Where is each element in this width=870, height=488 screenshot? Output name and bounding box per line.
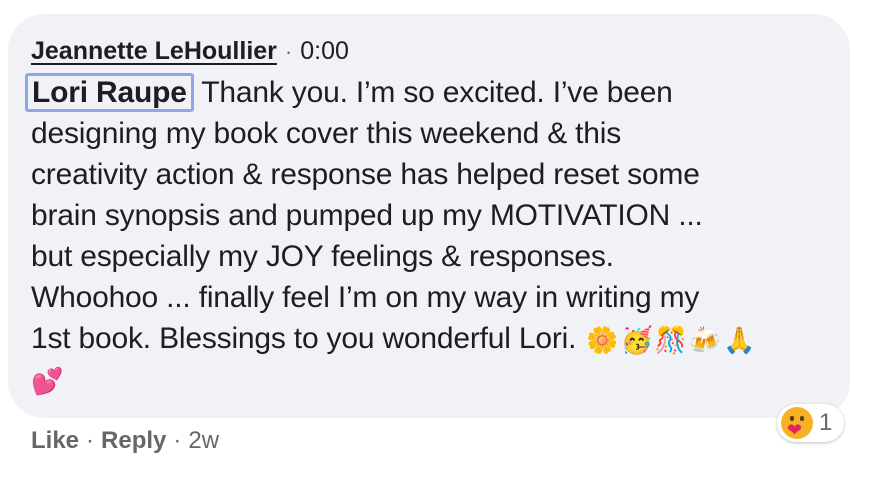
two-hearts-icon: 💕 [31,366,64,397]
action-separator: · [173,427,182,454]
party-face-icon: 🥳 [620,325,653,356]
comment-line: designing my book cover this weekend & t… [31,117,622,150]
comment-text: Lori Raupe Thank you. I’m so excited. I’… [25,72,831,400]
mention-link[interactable]: Lori Raupe [25,73,194,112]
comment-line-text: 1st book. Blessings to you wonderful Lor… [31,322,577,355]
comment-line-text: Thank you. I’m so excited. I’ve been [193,76,673,109]
comment-header: Jeannette LeHoullier · 0:00 [31,36,349,67]
comment-line: but especially my JOY feelings & respons… [31,240,614,273]
pray-icon: 🙏 [723,325,756,356]
comment-actions: Like · Reply · 2w [31,426,219,456]
comment-line: creativity action & response has helped … [31,158,700,191]
reaction-summary[interactable]: ❤ 1 [777,404,845,442]
action-separator: · [86,427,95,454]
comment-line: brain synopsis and pumped up my MOTIVATI… [31,199,703,232]
reply-button[interactable]: Reply [101,427,166,454]
comment-line: Whoohoo ... finally feel I’m on my way i… [31,281,700,314]
timestamp[interactable]: 0:00 [300,37,349,65]
header-separator: · [284,39,293,64]
reaction-count: 1 [819,409,833,436]
care-reaction-icon: ❤ [781,407,813,439]
comment-age-link[interactable]: 2w [188,427,219,454]
like-button[interactable]: Like [31,427,79,454]
heart-icon: ❤ [787,420,803,440]
comment-line: 1st book. Blessings to you wonderful Lor… [31,318,831,359]
comment-line: 💕 [31,359,831,400]
clinking-mugs-icon: 🍻 [688,325,721,356]
author-name-link[interactable]: Jeannette LeHoullier [31,37,277,65]
comment-line: Lori Raupe Thank you. I’m so excited. I’… [25,72,831,113]
confetti-icon: 🎊 [654,325,687,356]
blossom-icon: 🌼 [586,325,619,356]
